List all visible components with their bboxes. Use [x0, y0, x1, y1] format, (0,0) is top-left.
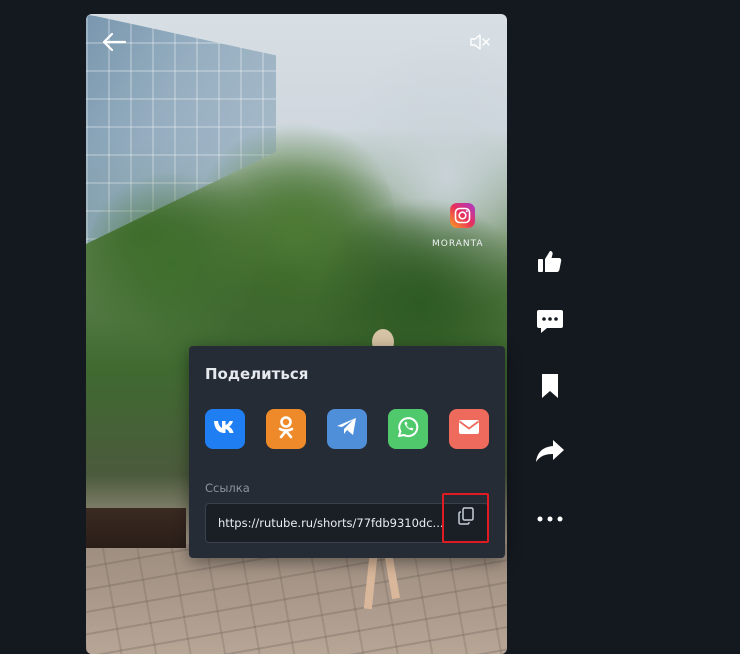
like-button[interactable]: [530, 245, 570, 281]
comment-button[interactable]: [530, 305, 570, 341]
bookmark-icon: [540, 373, 560, 403]
share-telegram-button[interactable]: [327, 409, 367, 449]
share-title: Поделиться: [205, 365, 309, 383]
link-label: Ссылка: [205, 481, 250, 495]
share-vk-button[interactable]: [205, 409, 245, 449]
share-popup: Поделиться Ссылка https://rutube.ru/shor…: [189, 346, 505, 558]
copy-link-button[interactable]: [442, 493, 489, 543]
share-link-field[interactable]: https://rutube.ru/shorts/77fdb9310dc...: [206, 504, 444, 542]
instagram-icon: [450, 203, 475, 228]
telegram-icon: [336, 417, 358, 441]
share-mail-button[interactable]: [449, 409, 489, 449]
copy-icon: [457, 507, 474, 529]
thumbs-up-icon: [537, 249, 563, 277]
share-whatsapp-button[interactable]: [388, 409, 428, 449]
more-icon: [537, 507, 563, 526]
back-arrow-icon[interactable]: [100, 28, 128, 56]
more-button[interactable]: [530, 498, 570, 534]
video-player[interactable]: [86, 14, 507, 654]
bookmark-button[interactable]: [530, 370, 570, 406]
share-ok-button[interactable]: [266, 409, 306, 449]
odnoklassniki-icon: [276, 415, 296, 443]
share-button[interactable]: [530, 435, 570, 471]
share-icon: [535, 439, 565, 467]
mute-icon[interactable]: [468, 32, 492, 52]
comment-icon: [536, 308, 564, 338]
video-scene-bench: [86, 508, 186, 548]
whatsapp-icon: [396, 415, 420, 443]
watermark-text: MORANTA: [432, 239, 484, 249]
vk-icon: [213, 419, 237, 439]
video-scene-pavement: [86, 544, 507, 654]
mail-icon: [458, 419, 480, 439]
